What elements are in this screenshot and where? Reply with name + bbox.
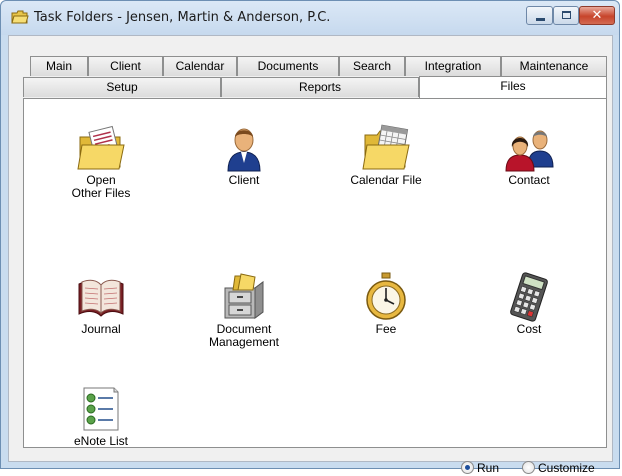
tab-documents[interactable]: Documents <box>237 56 339 76</box>
enote-list-button[interactable]: eNote List <box>41 384 161 447</box>
customize-radio[interactable] <box>522 461 535 475</box>
item-label: Fee <box>375 322 397 336</box>
checklist-icon <box>83 387 119 431</box>
fee-button[interactable]: Fee <box>326 272 446 335</box>
tab-client[interactable]: Client <box>88 56 163 76</box>
file-cabinet-icon <box>224 273 264 319</box>
folder-document-icon <box>77 125 125 170</box>
calendar-folder-icon <box>362 124 410 170</box>
tab-maintenance[interactable]: Maintenance <box>501 56 607 76</box>
item-label: Open <box>86 173 116 187</box>
customize-radio-option[interactable]: Customize <box>522 460 595 476</box>
client-area: Main Client Calendar Documents Search In… <box>8 35 613 475</box>
item-label: Client <box>228 173 260 187</box>
tab-files[interactable]: Files <box>419 76 607 98</box>
tab-main[interactable]: Main <box>30 56 88 76</box>
open-other-files-button[interactable]: Open Other Files <box>41 123 161 199</box>
window-title: Task Folders - Jensen, Martin & Anderson… <box>34 10 331 25</box>
item-label: Document <box>216 322 272 336</box>
stopwatch-icon <box>366 272 406 320</box>
contact-button[interactable]: Contact <box>469 123 589 186</box>
item-label: Contact <box>508 173 550 187</box>
run-label: Run <box>477 460 500 475</box>
run-radio-option[interactable]: Run <box>461 460 499 476</box>
close-button[interactable]: ✕ <box>579 6 615 25</box>
title-bar[interactable]: Task Folders - Jensen, Martin & Anderson… <box>1 1 619 35</box>
minimize-button[interactable] <box>526 6 553 25</box>
folder-icon <box>11 10 29 24</box>
document-management-button[interactable]: Document Management <box>184 272 304 348</box>
item-label: Calendar File <box>350 173 422 187</box>
cost-button[interactable]: Cost <box>469 272 589 335</box>
contacts-icon <box>505 130 554 172</box>
calculator-icon <box>510 272 548 322</box>
client-button[interactable]: Client <box>184 123 304 186</box>
customize-label: Customize <box>538 460 595 475</box>
item-label: eNote List <box>73 434 129 448</box>
item-label: Cost <box>516 322 542 336</box>
item-label: Journal <box>81 322 121 336</box>
tab-calendar[interactable]: Calendar <box>163 56 237 76</box>
tab-search[interactable]: Search <box>339 56 405 76</box>
tab-reports[interactable]: Reports <box>221 77 419 97</box>
item-label-line2: Other Files <box>71 186 131 200</box>
journal-book-icon <box>78 279 124 317</box>
person-icon <box>227 128 261 172</box>
tab-integration[interactable]: Integration <box>405 56 501 76</box>
tab-setup[interactable]: Setup <box>23 77 221 97</box>
files-panel: Open Other Files Client Calendar File Co… <box>23 98 607 448</box>
maximize-button[interactable] <box>553 6 579 25</box>
journal-button[interactable]: Journal <box>41 272 161 335</box>
run-radio[interactable] <box>461 461 474 475</box>
item-label-line2: Management <box>208 335 280 349</box>
minimize-icon <box>536 18 545 21</box>
app-window: Task Folders - Jensen, Martin & Anderson… <box>0 0 620 475</box>
close-icon: ✕ <box>591 8 603 23</box>
calendar-file-button[interactable]: Calendar File <box>326 123 446 186</box>
maximize-icon <box>562 11 571 19</box>
